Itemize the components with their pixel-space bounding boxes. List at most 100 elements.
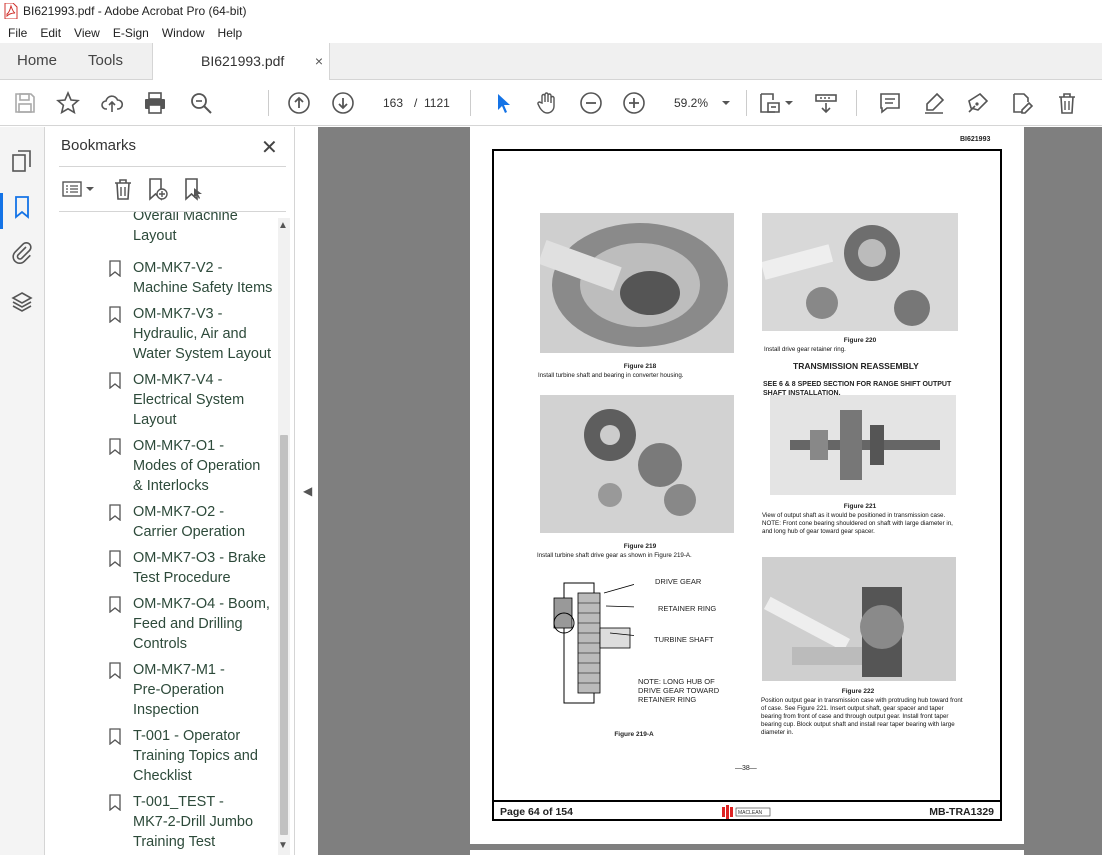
menu-bar: File Edit View E-Sign Window Help — [0, 22, 1102, 43]
zoom-search-icon[interactable] — [189, 91, 213, 115]
page-number-input[interactable]: 163 — [374, 91, 412, 115]
bookmark-icon — [109, 596, 121, 613]
attachments-icon[interactable] — [10, 241, 34, 265]
menu-window[interactable]: Window — [157, 26, 210, 40]
options-menu-icon[interactable] — [61, 177, 97, 201]
figure-220-caption: Install drive gear retainer ring. — [764, 346, 846, 353]
close-panel-icon[interactable]: ✕ — [261, 135, 278, 160]
comment-icon[interactable] — [878, 91, 902, 115]
total-pages: 1121 — [424, 96, 450, 110]
menu-help[interactable]: Help — [213, 26, 248, 40]
section-heading: TRANSMISSION REASSEMBLY — [793, 361, 919, 371]
bookmarks-title: Bookmarks — [61, 137, 137, 154]
page-thumbnails-icon[interactable] — [10, 149, 34, 173]
figure-222-caption: Position output gear in transmission cas… — [761, 697, 963, 736]
figure-219a-title: Figure 219-A — [614, 731, 654, 738]
bookmark-panel-icon[interactable] — [10, 195, 34, 219]
bookmark-icon — [109, 794, 121, 811]
figure-220-photo — [762, 213, 958, 331]
zoom-level-input[interactable]: 59.2% — [668, 91, 738, 115]
window-title: BI621993.pdf - Adobe Acrobat Pro (64-bit… — [23, 4, 247, 18]
bookmark-icon — [109, 306, 121, 323]
close-tab-icon[interactable]: × — [315, 43, 323, 80]
toolbar-separator — [470, 90, 471, 116]
figure-221-caption: View of output shaft as it would be posi… — [762, 512, 953, 535]
fit-page-icon[interactable] — [758, 91, 782, 115]
hand-tool-icon[interactable] — [535, 91, 559, 115]
tab-document-label: BI621993.pdf — [201, 53, 285, 69]
new-bookmark-icon[interactable] — [145, 177, 169, 201]
tab-tools[interactable]: Tools — [88, 43, 123, 79]
panel-divider — [59, 166, 286, 167]
scroll-mode-icon[interactable] — [814, 91, 838, 115]
select-cursor-icon[interactable] — [491, 91, 515, 115]
footer-page-count: Page 64 of 154 — [500, 806, 573, 818]
window-title-bar: BI621993.pdf - Adobe Acrobat Pro (64-bit… — [0, 0, 1102, 22]
star-icon[interactable] — [56, 90, 80, 115]
previous-page-icon[interactable] — [287, 91, 311, 115]
svg-text:MACLEAN: MACLEAN — [738, 810, 763, 816]
active-rail-indicator — [0, 193, 3, 229]
bookmark-from-selection-icon[interactable] — [181, 177, 205, 201]
page-count: / 1121 — [414, 91, 450, 115]
bookmark-label: OM-MK7-V3 - Hydraulic, Air and Water Syste… — [133, 306, 272, 362]
figure-219-title: Figure 219 — [623, 543, 657, 550]
menu-esign[interactable]: E-Sign — [108, 26, 154, 40]
tab-home[interactable]: Home — [17, 43, 57, 79]
upload-cloud-icon[interactable] — [100, 91, 124, 115]
figure-219-photo — [540, 395, 734, 533]
bookmark-label: OM-MK7-O1 - Modes of Operation & Interlock… — [133, 438, 261, 494]
scroll-down-icon[interactable]: ▼ — [278, 840, 288, 851]
collapse-panel-icon[interactable]: ◀ — [303, 484, 312, 498]
zoom-out-icon[interactable] — [579, 91, 603, 115]
edit-pdf-icon[interactable] — [1010, 91, 1034, 115]
figure-219-caption: Install turbine shaft drive gear as show… — [537, 552, 692, 559]
printed-page-number: —38— — [735, 765, 757, 772]
bookmark-icon — [109, 662, 121, 679]
label-drive-gear: DRIVE GEAR — [655, 577, 702, 586]
toolbar-separator — [268, 90, 269, 116]
bookmark-label: OM-MK7-M1 - Pre-Operation Inspection — [133, 662, 225, 718]
layers-icon[interactable] — [10, 290, 34, 314]
bookmarks-scroll-thumb[interactable] — [280, 435, 288, 835]
figure-222-title: Figure 222 — [841, 688, 875, 695]
zoom-in-icon[interactable] — [622, 91, 646, 115]
toolbar-separator — [856, 90, 857, 116]
highlight-pen-icon[interactable] — [922, 91, 946, 115]
bookmark-label: OM-MK7-V4 - Electrical System Layout — [133, 372, 245, 428]
bookmark-icon — [109, 728, 121, 745]
next-page-icon[interactable] — [331, 91, 355, 115]
figure-222-photo — [762, 557, 956, 681]
pdf-file-icon — [4, 3, 18, 19]
pdf-page: BI621993 Figure 218 Install turbine shaf… — [470, 127, 1024, 844]
save-icon[interactable] — [13, 91, 37, 115]
bookmarks-panel: Bookmarks ✕ Overall Machine Layout OM-MK7… — [45, 127, 295, 855]
tab-document[interactable]: BI621993.pdf × — [152, 43, 330, 80]
label-note: NOTE: LONG HUB OF DRIVE GEAR TOWARD RETA… — [638, 677, 720, 704]
bookmark-label: T-001_TEST - MK7-2-Drill Jumbo Training Te… — [133, 794, 254, 850]
toolbar-separator — [746, 90, 747, 116]
bookmark-icon — [109, 438, 121, 455]
figure-221-title: Figure 221 — [843, 503, 877, 510]
draw-sign-icon[interactable] — [966, 91, 990, 115]
bookmark-icon — [109, 550, 121, 567]
fit-page-chevron-icon[interactable] — [783, 91, 795, 115]
bookmark-label: OM-MK7-O4 - Boom, Feed and Drilling Contro… — [133, 596, 270, 652]
main-toolbar — [0, 80, 1102, 126]
figure-218-caption: Install turbine shaft and bearing in con… — [538, 372, 684, 379]
trash-icon[interactable] — [1055, 91, 1079, 115]
label-retainer-ring: RETAINER RING — [658, 604, 717, 613]
page-footer: Page 64 of 154 MACLEAN MB-TRA1329 — [492, 800, 1002, 821]
menu-view[interactable]: View — [69, 26, 105, 40]
print-icon[interactable] — [143, 91, 167, 115]
bookmark-label: OM-MK7-O2 - Carrier Operation — [133, 504, 246, 540]
page-separator: / — [414, 96, 418, 110]
bookmark-label: T-001 - Operator Training Topics and Check… — [133, 728, 258, 784]
menu-file[interactable]: File — [3, 26, 32, 40]
tab-bar: Home Tools BI621993.pdf × — [0, 43, 1102, 80]
delete-bookmark-icon[interactable] — [111, 177, 135, 201]
scroll-up-icon[interactable]: ▲ — [278, 220, 288, 231]
menu-edit[interactable]: Edit — [35, 26, 66, 40]
bookmark-label: OM-MK7-O3 - Brake Test Procedure — [133, 550, 266, 586]
figure-218-photo — [540, 213, 734, 353]
